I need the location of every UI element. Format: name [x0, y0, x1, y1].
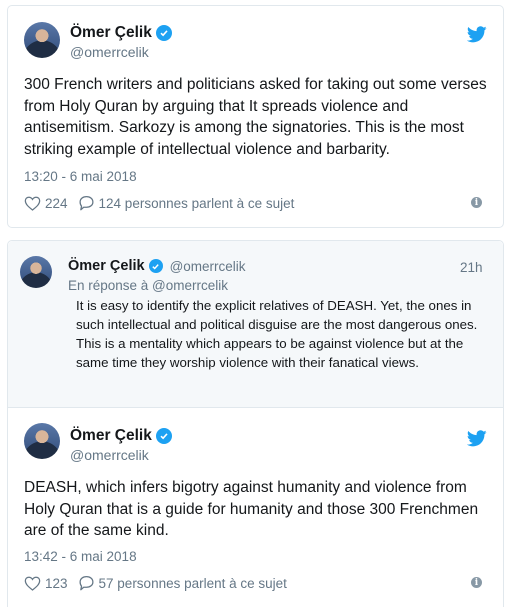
- like-count: 123: [45, 575, 68, 591]
- like-count: 224: [45, 195, 68, 211]
- info-icon[interactable]: i: [471, 577, 482, 588]
- tweet-card-1[interactable]: Ömer Çelik @omerrcelik 300 French writer…: [7, 5, 504, 228]
- reply-to-label[interactable]: En réponse à @omerrcelik: [68, 278, 228, 293]
- verified-badge-icon: [148, 259, 163, 273]
- display-name[interactable]: Ömer Çelik: [68, 258, 145, 274]
- timestamp[interactable]: 13:42 - 6 mai 2018: [24, 549, 137, 564]
- handle[interactable]: @omerrcelik: [170, 259, 246, 274]
- tweet-card-2[interactable]: Ömer Çelik @omerrcelik 21h En réponse à …: [7, 240, 504, 607]
- handle[interactable]: @omerrcelik: [70, 447, 149, 463]
- like-button[interactable]: 123: [24, 576, 68, 591]
- parent-tweet-text: It is easy to identify the explicit rela…: [76, 298, 478, 370]
- tweet-actions: 123 57 personnes parlent à ce sujet: [24, 575, 297, 591]
- like-button[interactable]: 224: [24, 196, 68, 211]
- display-name[interactable]: Ömer Çelik: [70, 427, 152, 445]
- author-name-row: Ömer Çelik: [70, 24, 172, 42]
- handle[interactable]: @omerrcelik: [70, 44, 149, 60]
- tweet-text: 300 French writers and politicians asked…: [24, 76, 487, 158]
- reply-button[interactable]: 124 personnes parlent à ce sujet: [78, 195, 295, 211]
- verified-badge-icon: [155, 25, 172, 41]
- replies-text: 124 personnes parlent à ce sujet: [98, 195, 295, 211]
- avatar[interactable]: [24, 22, 60, 58]
- timestamp[interactable]: 13:20 - 6 mai 2018: [24, 169, 137, 184]
- verified-badge-icon: [155, 428, 172, 444]
- tweet-text: DEASH, which infers bigotry against huma…: [24, 479, 479, 539]
- info-icon[interactable]: i: [471, 197, 482, 208]
- time-ago[interactable]: 21h: [460, 260, 483, 275]
- tweet-actions: 224 124 personnes parlent à ce sujet: [24, 195, 304, 211]
- author-name-row: Ömer Çelik: [70, 427, 172, 445]
- reply-button[interactable]: 57 personnes parlent à ce sujet: [78, 575, 287, 591]
- twitter-bird-icon[interactable]: [467, 430, 487, 447]
- display-name[interactable]: Ömer Çelik: [70, 24, 152, 42]
- avatar[interactable]: [20, 256, 52, 288]
- avatar[interactable]: [24, 423, 60, 459]
- twitter-bird-icon[interactable]: [467, 26, 487, 43]
- heart-icon: [24, 576, 41, 591]
- heart-icon: [24, 196, 41, 211]
- author-name-row: Ömer Çelik @omerrcelik: [68, 258, 246, 274]
- speech-bubble-icon: [79, 575, 94, 591]
- speech-bubble-icon: [79, 195, 94, 211]
- parent-tweet[interactable]: Ömer Çelik @omerrcelik 21h En réponse à …: [8, 241, 503, 408]
- replies-text: 57 personnes parlent à ce sujet: [98, 575, 287, 591]
